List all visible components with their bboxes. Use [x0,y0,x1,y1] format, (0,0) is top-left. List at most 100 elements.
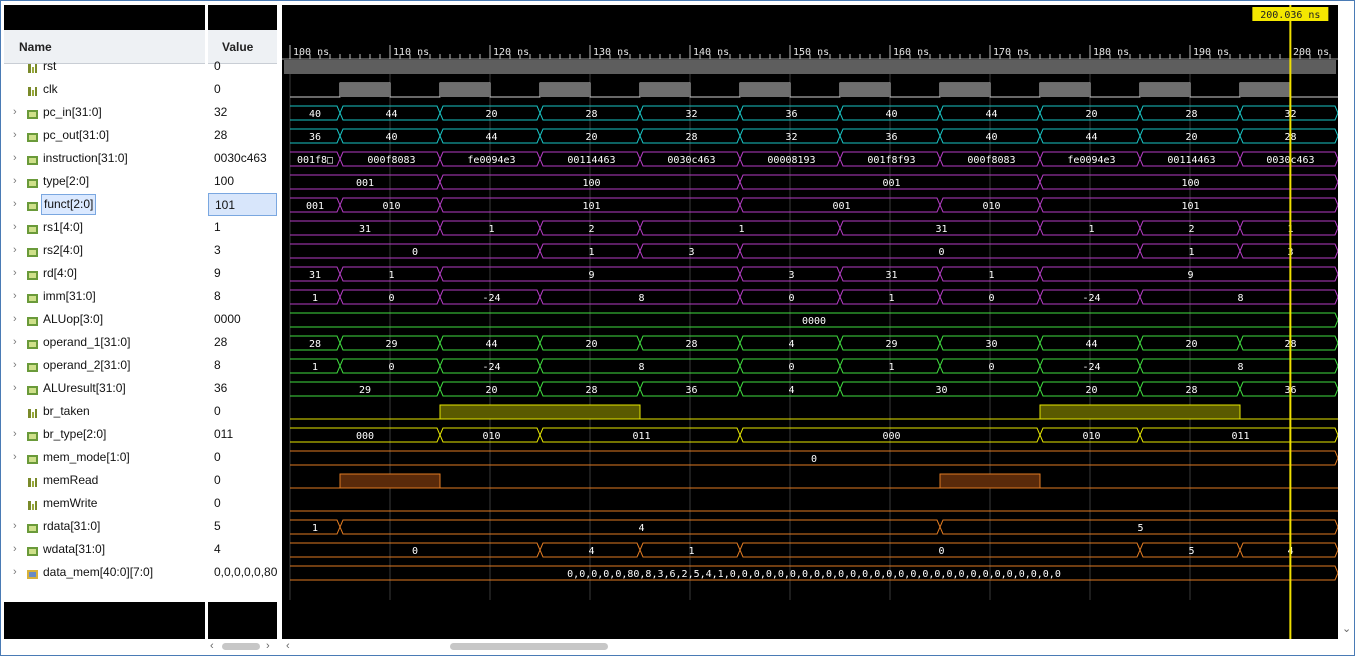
signal-row[interactable]: › operand_2[31:0] [4,354,205,377]
signal-row[interactable]: clk [4,78,205,101]
bus-value-label: 30 [935,385,947,396]
signal-name: ALUop[3:0] [43,312,104,326]
signal-value[interactable]: 0000 [208,308,277,331]
signal-value[interactable]: 011 [208,423,277,446]
signal-row[interactable]: › wdata[31:0] [4,538,205,561]
chevron-right-icon[interactable]: › [13,446,23,469]
signal-row[interactable]: › rdata[31:0] [4,515,205,538]
chevron-right-icon[interactable]: › [13,147,23,170]
signal-value[interactable]: 101 [208,193,277,216]
signal-row[interactable]: › rs1[4:0] [4,216,205,239]
value-scroll-thumb[interactable] [222,643,260,650]
bus-signal-icon [26,244,39,257]
scroll-left-icon[interactable]: ‹ [210,639,214,654]
signal-row[interactable]: › ALUresult[31:0] [4,377,205,400]
signal-row[interactable]: › ALUop[3:0] [4,308,205,331]
signal-row[interactable]: › type[2:0] [4,170,205,193]
chevron-right-icon[interactable]: › [13,285,23,308]
chevron-right-icon[interactable]: › [13,538,23,561]
bus-signal-icon [26,152,39,165]
chevron-right-icon[interactable]: › [13,561,23,584]
chevron-right-icon[interactable]: › [13,216,23,239]
signal-value[interactable]: 0 [208,55,277,78]
bus-value-label: 30 [985,339,997,350]
chevron-right-icon[interactable]: › [13,354,23,377]
signal-value[interactable]: 5 [208,515,277,538]
bus-value-label: 3 [788,270,794,281]
signal-value[interactable]: 0 [208,446,277,469]
signal-row[interactable]: br_taken [4,400,205,423]
signal-value[interactable]: 100 [208,170,277,193]
signal-value[interactable]: 28 [208,331,277,354]
chevron-right-icon[interactable]: › [13,308,23,331]
signal-value[interactable]: 36 [208,377,277,400]
signal-value[interactable]: 1 [208,216,277,239]
signal-row[interactable]: › pc_out[31:0] [4,124,205,147]
scroll-down-icon[interactable]: ⌄ [1342,622,1351,637]
chevron-right-icon[interactable]: › [13,423,23,446]
chevron-right-icon[interactable]: › [13,331,23,354]
value-column: Value 0 0 32 28 0030c463 100 101 1 3 9 8 0000 28 8 36 0… [208,5,277,639]
value-horizontal-scrollbar[interactable]: ‹ › [208,639,277,654]
bus-value-label: 3 [688,247,694,258]
signal-value[interactable]: 0,0,0,0,0,80 [208,561,277,584]
signal-row[interactable]: › br_type[2:0] [4,423,205,446]
bit-high-pulse [1039,404,1241,420]
signal-value[interactable]: 8 [208,285,277,308]
bus-value-label: 000 [356,431,374,442]
bus-value-label: 000f8083 [967,155,1015,166]
bus-value-label: 000f8083 [367,155,415,166]
chevron-right-icon[interactable]: › [13,193,23,216]
signal-value[interactable]: 32 [208,101,277,124]
bus-value-label: 001 [882,178,900,189]
signal-row[interactable]: › rd[4:0] [4,262,205,285]
waveform-scroll-thumb[interactable] [450,643,608,650]
signal-value[interactable]: 3 [208,239,277,262]
bus-value-label: 000 [882,431,900,442]
signal-row[interactable]: memWrite [4,492,205,515]
bus-value-label: 0 [412,546,418,557]
signal-value[interactable]: 28 [208,124,277,147]
bus-value-label: 44 [385,109,397,120]
signal-name: rst [43,59,57,73]
bus-value-label: 011 [632,431,650,442]
wave-scroll-left-icon[interactable]: ‹ [286,639,290,654]
bus-value-label: 101 [1181,201,1199,212]
chevron-right-icon[interactable]: › [13,239,23,262]
signal-value[interactable]: 0 [208,400,277,423]
signal-value[interactable]: 4 [208,538,277,561]
chevron-right-icon[interactable]: › [13,101,23,124]
chevron-right-icon[interactable]: › [13,262,23,285]
bus-value-label: 0 [938,247,944,258]
bus-value-label: 0000 [802,316,826,327]
signal-row[interactable]: › instruction[31:0] [4,147,205,170]
chevron-right-icon[interactable]: › [13,170,23,193]
chevron-right-icon[interactable]: › [13,515,23,538]
signal-value[interactable]: 0 [208,492,277,515]
scroll-right-icon[interactable]: › [266,639,270,654]
signal-row[interactable]: › operand_1[31:0] [4,331,205,354]
chevron-right-icon[interactable]: › [13,124,23,147]
bus-value-label: fe0094e3 [467,155,515,166]
bus-value-label: 20 [485,385,497,396]
waveform-canvas[interactable]: 100 ns 110 ns 120 ns 130 ns 140 ns 150 ns 160 … [282,5,1338,639]
signal-value[interactable]: 9 [208,262,277,285]
signal-row[interactable]: › mem_mode[1:0] [4,446,205,469]
bus-value-label: 20 [585,339,597,350]
vertical-scrollbar[interactable]: ⌄ [1339,5,1354,639]
signal-row[interactable]: › pc_in[31:0] [4,101,205,124]
bus-value-label: 8 [638,362,644,373]
signal-value[interactable]: 8 [208,354,277,377]
chevron-right-icon[interactable]: › [13,377,23,400]
signal-row[interactable]: › imm[31:0] [4,285,205,308]
signal-row[interactable]: › rs2[4:0] [4,239,205,262]
signal-value[interactable]: 0 [208,469,277,492]
signal-row[interactable]: › data_mem[40:0][7:0] [4,561,205,584]
signal-value[interactable]: 0030c463 [208,147,277,170]
signal-row[interactable]: › funct[2:0] [4,193,205,216]
bus-value-label: 20 [485,109,497,120]
waveform-horizontal-scrollbar[interactable]: ‹ [282,639,1338,654]
signal-row[interactable]: rst [4,55,205,78]
signal-row[interactable]: memRead [4,469,205,492]
signal-value[interactable]: 0 [208,78,277,101]
